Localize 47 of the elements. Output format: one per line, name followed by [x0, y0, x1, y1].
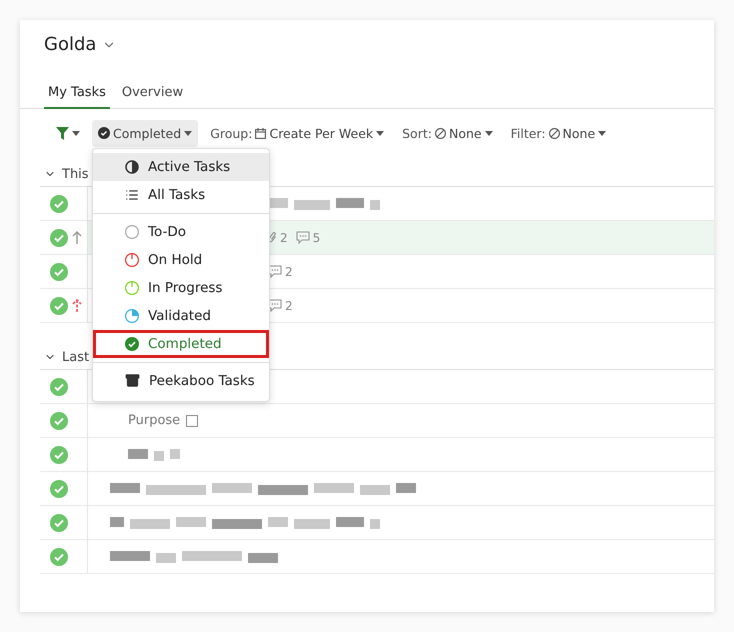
- square-icon: [186, 414, 198, 426]
- menu-item[interactable]: In Progress: [93, 274, 269, 302]
- menu-item[interactable]: Active Tasks: [93, 152, 269, 180]
- calendar-icon: [255, 128, 266, 138]
- comment-count: 2: [285, 264, 293, 278]
- tab[interactable]: My Tasks: [44, 79, 110, 109]
- menu-item[interactable]: Validated: [93, 302, 269, 330]
- check-circle-icon[interactable]: [50, 446, 68, 464]
- check-circle-icon: [98, 127, 110, 139]
- comment-count: 2: [285, 298, 293, 312]
- archive-icon: [125, 373, 140, 388]
- tab[interactable]: Overview: [118, 79, 188, 109]
- circle-slash-icon: [434, 128, 446, 138]
- check-circle-icon[interactable]: [50, 262, 68, 280]
- check-circle-icon[interactable]: [50, 194, 68, 212]
- caret-icon: [184, 130, 192, 136]
- attachment-count: 2: [280, 230, 288, 244]
- caret-icon: [72, 130, 80, 136]
- group-button[interactable]: Group: Create Per Week: [204, 120, 390, 146]
- check-circle-icon[interactable]: [50, 548, 68, 566]
- workspace-title[interactable]: Golda: [44, 34, 96, 55]
- circle-slash-icon: [548, 128, 560, 138]
- check-circle-icon[interactable]: [50, 412, 68, 430]
- comment-icon: [268, 299, 282, 312]
- filter-dropdown-button[interactable]: Filter: None: [504, 120, 612, 146]
- comment-icon: [296, 231, 310, 244]
- menu-item[interactable]: All Tasks: [93, 180, 269, 208]
- check-circle-icon[interactable]: [50, 514, 68, 532]
- subtask-title: Purpose: [128, 413, 180, 428]
- funnel-icon: [56, 126, 69, 140]
- caret-icon: [484, 130, 493, 136]
- caret-icon: [376, 130, 384, 136]
- pie-icon: [125, 160, 139, 174]
- menu-item[interactable]: Completed: [93, 330, 269, 358]
- check-circle-icon[interactable]: [50, 480, 68, 498]
- menu-item[interactable]: Peekaboo Tasks: [93, 366, 269, 394]
- check-circle-icon[interactable]: [50, 378, 68, 396]
- sort-button[interactable]: Sort: None: [396, 120, 499, 146]
- comment-count: 5: [312, 230, 320, 244]
- group-title[interactable]: Last: [62, 350, 90, 364]
- check-circle-icon[interactable]: [50, 296, 68, 314]
- check-circle-icon[interactable]: [50, 228, 68, 246]
- group-title[interactable]: This: [62, 166, 89, 182]
- comment-icon: [268, 265, 282, 278]
- list-icon: [125, 188, 139, 202]
- caret-icon: [598, 130, 606, 136]
- paperclip-icon: [268, 231, 277, 244]
